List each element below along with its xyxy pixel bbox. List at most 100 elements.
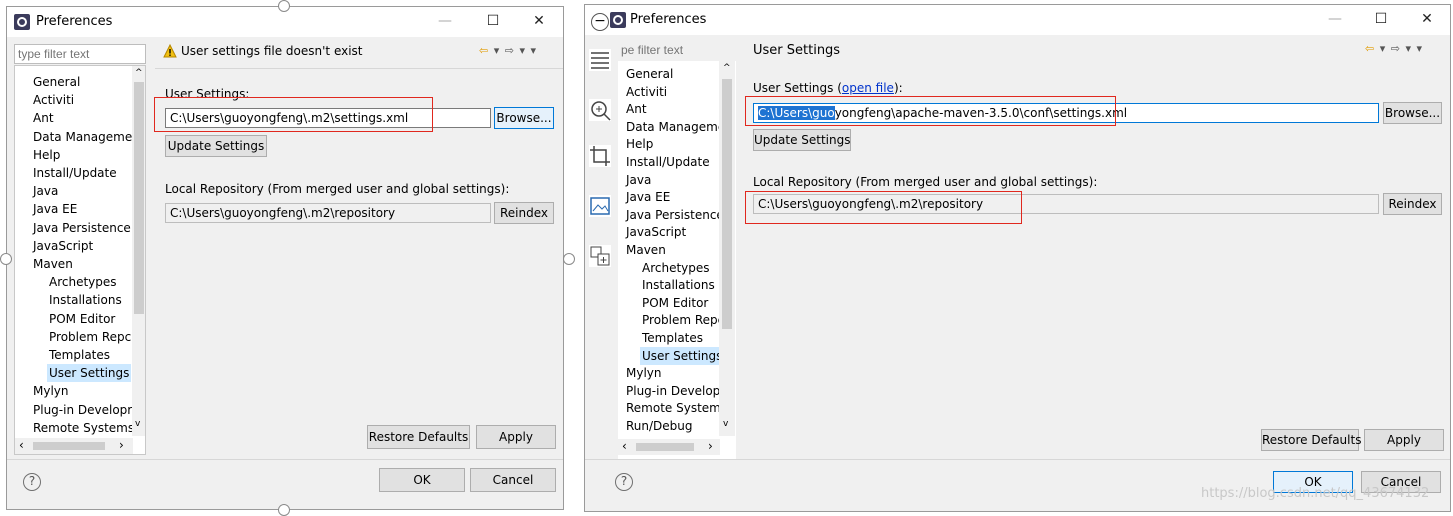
nav-arrows-icon[interactable]: ⇦ ▾ ⇨ ▾ ▾	[479, 44, 537, 57]
tree-item[interactable]: Maven	[33, 255, 73, 273]
nav-arrows-icon[interactable]: ⇦ ▾ ⇨ ▾ ▾	[1365, 42, 1423, 55]
tree-item[interactable]: Install/Update	[33, 164, 117, 182]
apply-button[interactable]: Apply	[476, 425, 556, 449]
tree-item[interactable]: Installations	[642, 276, 715, 294]
tree-item[interactable]: Archetypes	[642, 259, 710, 277]
image-icon[interactable]	[589, 195, 611, 217]
preference-tree[interactable]: General Activiti Ant Data Manageme Help Insta…	[618, 61, 736, 459]
tree-item[interactable]: Templates	[642, 329, 703, 347]
resize-handle[interactable]	[278, 504, 290, 516]
resize-handle[interactable]	[563, 253, 575, 265]
tree-item[interactable]: Java Persistence	[626, 206, 724, 224]
resize-handle[interactable]	[0, 253, 12, 265]
cancel-button[interactable]: Cancel	[470, 468, 556, 492]
ok-button[interactable]: OK	[379, 468, 465, 492]
text-wrap-icon[interactable]	[589, 49, 611, 71]
browse-button[interactable]: Browse...	[1383, 102, 1442, 124]
minimize-icon[interactable]: —	[1325, 11, 1345, 27]
tree-item[interactable]: User Settings	[640, 346, 725, 365]
filter-input[interactable]	[14, 44, 146, 64]
tree-item[interactable]: JavaScript	[626, 223, 686, 241]
tree-item[interactable]: Installations	[49, 291, 122, 309]
tree-item[interactable]: General	[33, 73, 80, 91]
filter-input[interactable]	[618, 40, 734, 60]
tree-item[interactable]: Activiti	[626, 83, 667, 101]
tree-item[interactable]: User Settings	[47, 364, 132, 383]
restore-defaults-button[interactable]: Restore Defaults	[1261, 429, 1361, 451]
layout-icon[interactable]	[589, 245, 611, 267]
eclipse-icon	[14, 14, 30, 30]
scroll-down-icon[interactable]: v	[135, 419, 140, 429]
right-preferences-window: Preferences — ☐ ✕ − GeneralActivitiAntDa…	[584, 4, 1451, 512]
update-settings-button[interactable]: Update Settings	[165, 135, 267, 157]
browse-button[interactable]: Browse...	[494, 107, 554, 129]
scroll-up-icon[interactable]: ^	[135, 68, 143, 78]
tree-item[interactable]: Remote Systems	[33, 419, 134, 437]
tree-horizontal-scrollbar[interactable]: ‹ ›	[15, 438, 133, 454]
tree-item[interactable]: Java	[626, 171, 651, 189]
tree-item[interactable]: JavaScript	[33, 237, 93, 255]
zoom-in-icon[interactable]	[589, 99, 611, 121]
maximize-icon[interactable]: ☐	[1371, 11, 1391, 27]
crop-icon[interactable]	[589, 145, 611, 167]
tree-item[interactable]: Activiti	[33, 91, 74, 109]
close-icon[interactable]: ✕	[529, 13, 549, 29]
tree-item[interactable]: Run/Debug	[626, 417, 693, 435]
maximize-icon[interactable]: ☐	[483, 13, 503, 29]
apply-button[interactable]: Apply	[1364, 429, 1444, 451]
preference-tree[interactable]: General Activiti Ant Data Manageme Help Insta…	[14, 65, 146, 455]
scroll-right-icon[interactable]: ›	[119, 438, 124, 452]
tree-item[interactable]: Java	[33, 182, 58, 200]
open-file-link[interactable]: open file	[842, 81, 894, 95]
tree-horizontal-scrollbar[interactable]: ‹ ›	[618, 439, 720, 455]
tree-item[interactable]: Java EE	[33, 200, 77, 218]
tree-item[interactable]: Data Manageme	[33, 128, 132, 146]
tree-vertical-scrollbar[interactable]: ^ v	[132, 66, 145, 436]
tree-item[interactable]: Archetypes	[49, 273, 117, 291]
scroll-right-icon[interactable]: ›	[708, 439, 713, 453]
tree-item[interactable]: Remote Systems	[626, 399, 727, 417]
reindex-button[interactable]: Reindex	[1383, 193, 1442, 215]
user-settings-field[interactable]: C:\Users\guoyongfeng\.m2\settings.xml	[165, 108, 491, 128]
tree-item[interactable]: Plug-in Developr	[626, 382, 725, 400]
h-scroll-thumb[interactable]	[636, 443, 694, 451]
tree-item[interactable]: Ant	[626, 100, 647, 118]
scroll-left-icon[interactable]: ‹	[622, 439, 627, 453]
close-icon[interactable]: ✕	[1417, 11, 1437, 27]
scroll-down-icon[interactable]: v	[723, 419, 728, 429]
tree-item[interactable]: POM Editor	[49, 310, 115, 328]
tree-item[interactable]: Problem Repc	[642, 311, 724, 329]
user-settings-field[interactable]: C:\Users\guoyongfeng\apache-maven-3.5.0\…	[753, 103, 1379, 123]
tree-item[interactable]: Plug-in Developr	[33, 401, 132, 419]
tree-item[interactable]: Help	[626, 135, 653, 153]
update-settings-button[interactable]: Update Settings	[753, 129, 851, 151]
h-scroll-thumb[interactable]	[33, 442, 105, 450]
minimize-icon[interactable]: —	[435, 13, 455, 29]
help-icon[interactable]: ?	[615, 473, 633, 491]
scroll-thumb[interactable]	[134, 82, 144, 314]
tree-item[interactable]: Install/Update	[626, 153, 710, 171]
tree-item[interactable]: General	[626, 65, 673, 83]
tree-item[interactable]: Mylyn	[626, 364, 662, 382]
collapse-icon[interactable]: −	[591, 13, 609, 31]
tree-item[interactable]: Ant	[33, 109, 54, 127]
scroll-left-icon[interactable]: ‹	[19, 438, 24, 452]
tree-item[interactable]: Java Persistence	[33, 219, 131, 237]
tree-item[interactable]: Mylyn	[33, 382, 69, 400]
tree-vertical-scrollbar[interactable]: ^ v	[719, 61, 735, 436]
tree-item[interactable]: Data Manageme	[626, 118, 725, 136]
image-tool-strip: −	[585, 5, 615, 285]
scroll-thumb[interactable]	[722, 79, 732, 329]
help-icon[interactable]: ?	[23, 473, 41, 491]
watermark: https://blog.csdn.net/qq_43674132	[1201, 486, 1430, 501]
tree-item[interactable]: Templates	[49, 346, 110, 364]
restore-defaults-button[interactable]: Restore Defaults	[367, 425, 470, 449]
scroll-up-icon[interactable]: ^	[723, 63, 731, 73]
tree-item[interactable]: POM Editor	[642, 294, 708, 312]
tree-item[interactable]: Maven	[626, 241, 666, 259]
tree-item[interactable]: Problem Repc	[49, 328, 131, 346]
resize-handle[interactable]	[278, 0, 290, 12]
tree-item[interactable]: Help	[33, 146, 60, 164]
reindex-button[interactable]: Reindex	[494, 202, 554, 224]
tree-item[interactable]: Java EE	[626, 188, 670, 206]
